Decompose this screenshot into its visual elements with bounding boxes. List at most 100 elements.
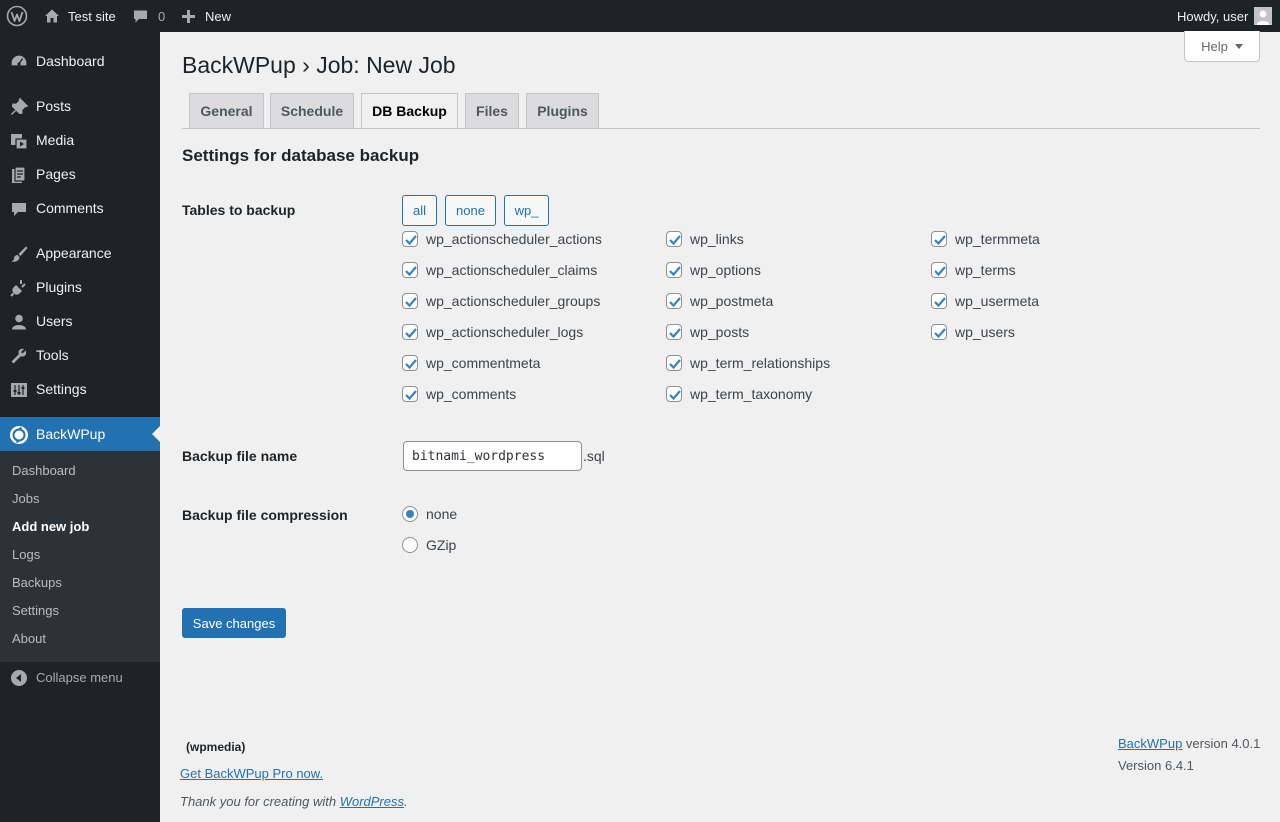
sidebar-item-pages[interactable]: Pages [0, 157, 160, 191]
table-checkbox-row[interactable]: wp_users [931, 323, 1015, 341]
checkbox[interactable] [402, 386, 418, 402]
tab-general[interactable]: General [189, 93, 264, 129]
users-icon [9, 312, 29, 332]
new-content-link[interactable]: New [181, 0, 231, 32]
table-checkbox-row[interactable]: wp_links [666, 230, 744, 248]
collapse-menu-button[interactable]: Collapse menu [0, 660, 160, 694]
tab-schedule[interactable]: Schedule [270, 93, 354, 129]
checkbox[interactable] [666, 231, 682, 247]
table-name: wp_term_relationships [690, 355, 831, 371]
site-link[interactable]: Test site [43, 0, 116, 32]
comments-link[interactable]: 0 [132, 0, 165, 32]
collapse-menu-label: Collapse menu [36, 670, 123, 685]
table-checkbox-row[interactable]: wp_termmeta [931, 230, 1040, 248]
sidebar-item-label: BackWPup [36, 426, 106, 442]
pages-icon [9, 165, 29, 185]
select-all-button[interactable]: all [402, 195, 437, 226]
table-name: wp_comments [426, 386, 517, 402]
submenu-item-backups[interactable]: Backups [12, 574, 62, 592]
sidebar-item-label: Tools [36, 347, 69, 363]
backwpup-link[interactable]: BackWPup [1118, 736, 1182, 751]
submenu-item-about[interactable]: About [12, 630, 46, 648]
page-title: BackWPup › Job: New Job [182, 52, 456, 78]
checkbox[interactable] [666, 355, 682, 371]
checkbox[interactable] [402, 324, 418, 340]
checkbox[interactable] [402, 231, 418, 247]
sidebar-item-users[interactable]: Users [0, 304, 160, 338]
admin-bar: Test site 0 New Howdy, user [0, 0, 1280, 32]
sidebar-item-label: Dashboard [36, 53, 105, 69]
plugin-version: BackWPup version 4.0.1 [1118, 735, 1260, 753]
wordpress-logo-icon[interactable] [6, 0, 28, 32]
table-checkbox-row[interactable]: wp_actionscheduler_claims [402, 261, 597, 279]
sidebar-item-posts[interactable]: Posts [0, 89, 160, 123]
sidebar-item-dashboard[interactable]: Dashboard [0, 44, 160, 78]
comments-count: 0 [158, 8, 166, 24]
table-checkbox-row[interactable]: wp_terms [931, 261, 1016, 279]
sidebar-item-media[interactable]: Media [0, 123, 160, 157]
user-account-link[interactable]: Howdy, user [1177, 0, 1273, 32]
table-name: wp_term_taxonomy [690, 386, 813, 402]
select-wp-prefix-button[interactable]: wp_ [504, 195, 549, 226]
sidebar-item-label: Users [36, 313, 73, 329]
help-button[interactable]: Help [1184, 31, 1260, 62]
tab-files[interactable]: Files [465, 93, 519, 129]
tab-db-backup[interactable]: DB Backup [361, 93, 458, 129]
table-checkbox-row[interactable]: wp_term_taxonomy [666, 385, 812, 403]
tab-plugins[interactable]: Plugins [526, 93, 599, 129]
new-label: New [205, 8, 232, 24]
submenu-item-jobs[interactable]: Jobs [12, 490, 39, 508]
sidebar-item-comments[interactable]: Comments [0, 191, 160, 225]
table-checkbox-row[interactable]: wp_actionscheduler_actions [402, 230, 602, 248]
filename-extension: .sql [583, 448, 605, 464]
table-checkbox-row[interactable]: wp_posts [666, 323, 749, 341]
sidebar-item-plugins[interactable]: Plugins [0, 270, 160, 304]
checkbox[interactable] [931, 231, 947, 247]
table-checkbox-row[interactable]: wp_options [666, 261, 761, 279]
checkbox[interactable] [931, 324, 947, 340]
table-checkbox-row[interactable]: wp_actionscheduler_groups [402, 292, 600, 310]
thanks-prefix: Thank you for creating with [180, 794, 340, 809]
checkbox[interactable] [931, 293, 947, 309]
submenu-item-add-new-job[interactable]: Add new job [12, 518, 89, 536]
table-checkbox-row[interactable]: wp_commentmeta [402, 354, 540, 372]
sidebar-item-label: Appearance [36, 245, 112, 261]
sidebar-item-backwpup[interactable]: BackWPup [0, 417, 160, 451]
table-name: wp_options [690, 262, 761, 278]
checkbox[interactable] [931, 262, 947, 278]
submenu-item-settings[interactable]: Settings [12, 602, 59, 620]
table-checkbox-row[interactable]: wp_usermeta [931, 292, 1039, 310]
table-checkbox-row[interactable]: wp_postmeta [666, 292, 773, 310]
filename-input[interactable] [403, 441, 582, 471]
sidebar-item-appearance[interactable]: Appearance [0, 236, 160, 270]
wordpress-link[interactable]: WordPress [340, 794, 404, 809]
sidebar-item-settings[interactable]: Settings [0, 372, 160, 406]
checkbox[interactable] [666, 293, 682, 309]
sidebar-item-label: Settings [36, 381, 87, 397]
dashboard-icon [9, 52, 29, 72]
checkbox[interactable] [402, 355, 418, 371]
table-checkbox-row[interactable]: wp_actionscheduler_logs [402, 323, 583, 341]
table-checkbox-row[interactable]: wp_comments [402, 385, 516, 403]
compression-option-none[interactable]: none [402, 505, 457, 523]
sidebar-item-label: Posts [36, 98, 72, 114]
compression-option-gzip[interactable]: GZip [402, 536, 456, 554]
submenu-item-dashboard[interactable]: Dashboard [12, 462, 76, 480]
sidebar-item-tools[interactable]: Tools [0, 338, 160, 372]
save-button[interactable]: Save changes [182, 608, 286, 638]
checkbox[interactable] [666, 324, 682, 340]
checkbox[interactable] [402, 262, 418, 278]
sidebar-item-label: Media [36, 132, 75, 148]
get-pro-link[interactable]: Get BackWPup Pro now. [180, 765, 323, 783]
radio-button[interactable] [402, 506, 418, 522]
checkbox[interactable] [402, 293, 418, 309]
checkbox[interactable] [666, 262, 682, 278]
submenu-item-logs[interactable]: Logs [12, 546, 40, 564]
select-none-button[interactable]: none [445, 195, 496, 226]
wpmedia-logo-text: (wpmedia) [186, 740, 245, 754]
table-checkbox-row[interactable]: wp_term_relationships [666, 354, 830, 372]
table-name: wp_termmeta [955, 231, 1040, 247]
radio-button[interactable] [402, 537, 418, 553]
checkbox[interactable] [666, 386, 682, 402]
collapse-arrow-icon [9, 668, 29, 688]
